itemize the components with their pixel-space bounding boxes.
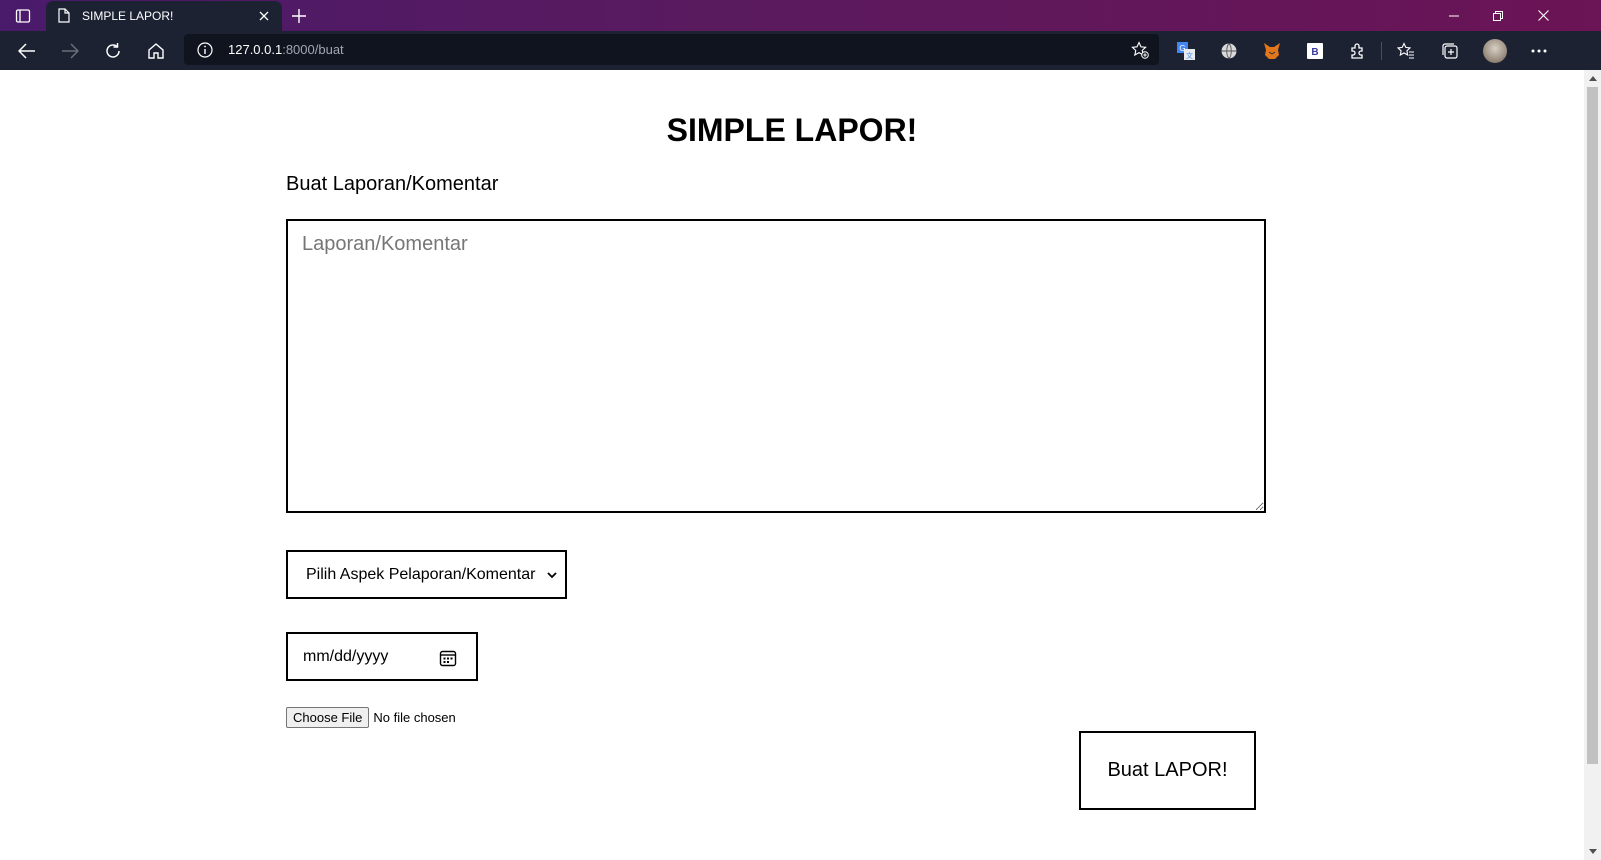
toolbar-separator bbox=[1381, 42, 1382, 60]
page-scrollbar[interactable] bbox=[1584, 70, 1601, 860]
url-host: 127.0.0.1 bbox=[228, 42, 283, 57]
page-icon bbox=[58, 8, 72, 24]
aspect-select-value: Pilih Aspek Pelaporan/Komentar bbox=[306, 565, 536, 583]
date-input[interactable]: mm/dd/yyyy bbox=[286, 632, 478, 681]
chevron-down-icon bbox=[545, 568, 559, 582]
minimize-icon[interactable] bbox=[1432, 0, 1476, 31]
extensions-puzzle-icon[interactable] bbox=[1345, 38, 1371, 64]
favorites-icon[interactable] bbox=[1393, 38, 1419, 64]
collections-icon[interactable] bbox=[1437, 38, 1463, 64]
tab-actions-icon[interactable] bbox=[6, 3, 40, 29]
browser-toolbar: 127.0.0.1:8000/buat G文 B bbox=[0, 31, 1601, 70]
choose-file-button[interactable]: Choose File bbox=[286, 707, 370, 728]
restore-icon[interactable] bbox=[1476, 0, 1520, 31]
svg-text:B: B bbox=[1311, 47, 1318, 58]
file-status: No file chosen bbox=[373, 710, 456, 725]
calendar-icon[interactable] bbox=[438, 648, 458, 668]
metamask-fox-icon[interactable] bbox=[1259, 38, 1285, 64]
form-subtitle: Buat Laporan/Komentar bbox=[286, 173, 499, 195]
browser-tab[interactable]: SIMPLE LAPOR! bbox=[46, 1, 282, 31]
new-tab-icon[interactable] bbox=[287, 4, 311, 28]
scroll-up-icon[interactable] bbox=[1584, 70, 1601, 87]
close-tab-icon[interactable] bbox=[254, 6, 274, 26]
profile-avatar[interactable] bbox=[1483, 39, 1507, 63]
url-path: :8000/buat bbox=[282, 42, 344, 57]
address-bar[interactable]: 127.0.0.1:8000/buat bbox=[184, 34, 1159, 65]
refresh-icon[interactable] bbox=[98, 36, 128, 66]
translate-extension-icon[interactable]: G文 bbox=[1173, 38, 1199, 64]
browser-titlebar: SIMPLE LAPOR! bbox=[0, 0, 1601, 31]
more-menu-icon[interactable] bbox=[1526, 38, 1552, 64]
file-input: Choose File No file chosen bbox=[286, 707, 456, 728]
scrollbar-thumb[interactable] bbox=[1587, 87, 1598, 764]
page-title: SIMPLE LAPOR! bbox=[666, 112, 918, 148]
submit-button[interactable]: Buat LAPOR! bbox=[1079, 731, 1256, 810]
page-viewport: SIMPLE LAPOR! Buat Laporan/Komentar Pili… bbox=[0, 70, 1601, 860]
globe-extension-icon[interactable] bbox=[1216, 38, 1242, 64]
back-icon[interactable] bbox=[12, 36, 42, 66]
aspect-select[interactable]: Pilih Aspek Pelaporan/Komentar bbox=[286, 550, 567, 599]
scroll-down-icon[interactable] bbox=[1584, 843, 1601, 860]
svg-text:文: 文 bbox=[1186, 51, 1193, 60]
date-input-value: mm/dd/yyyy bbox=[303, 647, 389, 665]
bootstrap-extension-icon[interactable]: B bbox=[1302, 38, 1328, 64]
url-text: 127.0.0.1:8000/buat bbox=[228, 42, 344, 57]
forward-icon[interactable] bbox=[55, 36, 85, 66]
home-icon[interactable] bbox=[141, 36, 171, 66]
site-info-icon[interactable] bbox=[196, 41, 214, 59]
close-window-icon[interactable] bbox=[1521, 0, 1565, 31]
add-favorite-icon[interactable] bbox=[1129, 39, 1151, 61]
report-textarea[interactable] bbox=[286, 219, 1266, 513]
tab-title: SIMPLE LAPOR! bbox=[82, 9, 174, 23]
